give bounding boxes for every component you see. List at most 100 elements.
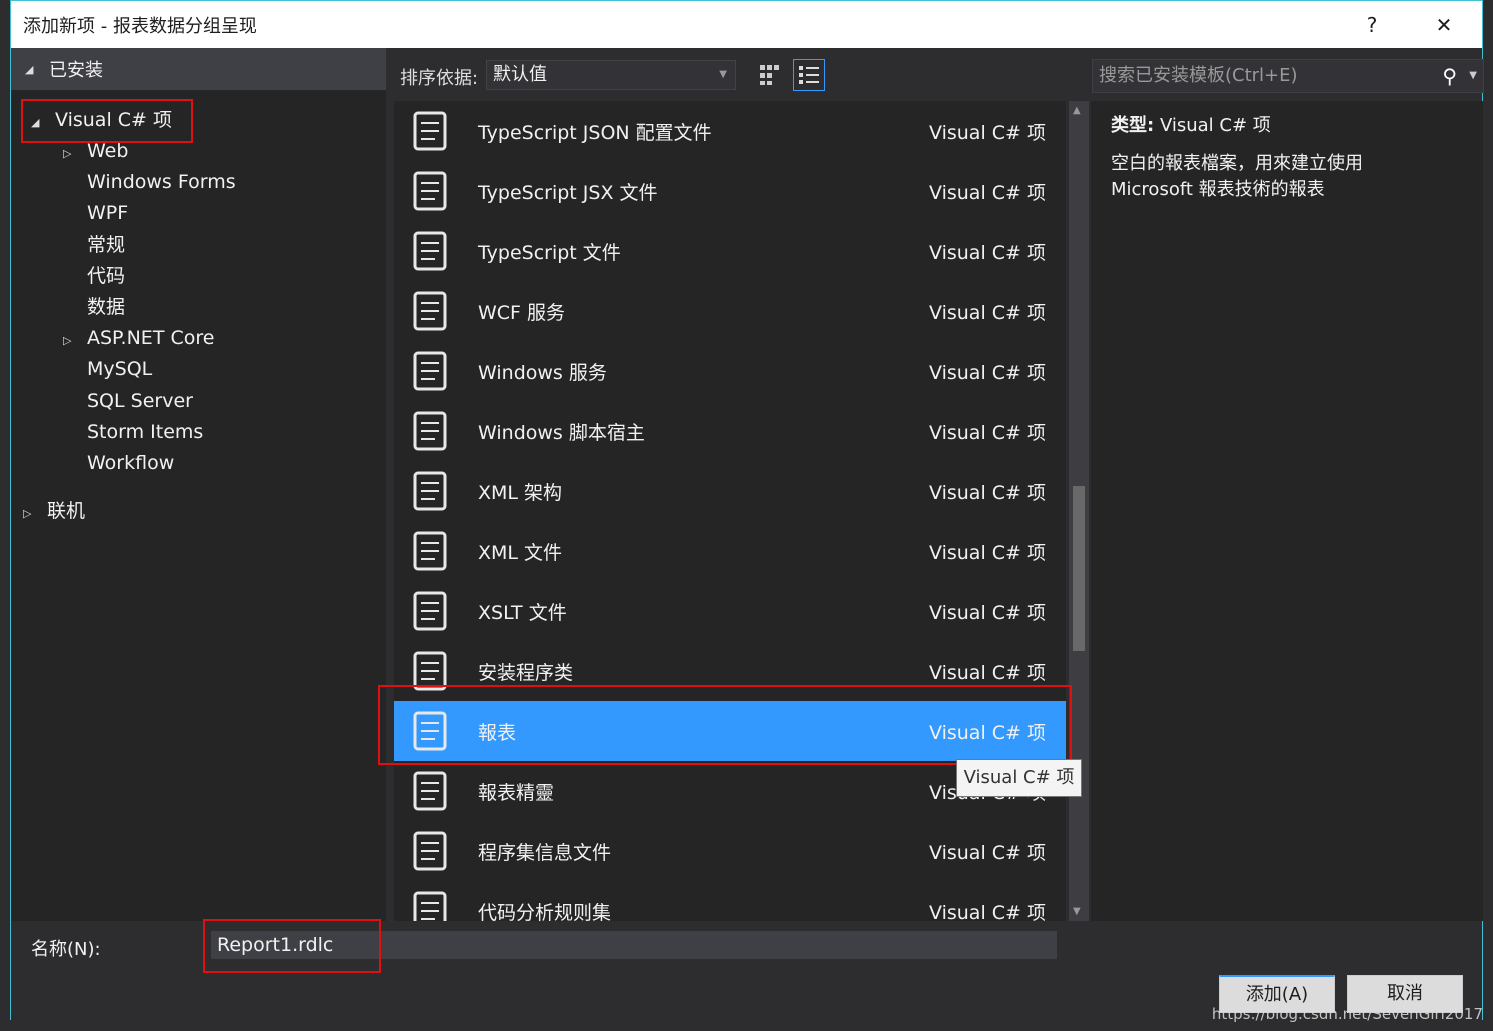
tree-label: 联机 <box>47 500 86 522</box>
tree-item-storm-items[interactable]: Storm Items <box>87 417 203 447</box>
list-item[interactable]: Windows 服务 Visual C# 项 <box>394 341 1066 401</box>
tree-item-online[interactable]: ▷ 联机 <box>23 496 85 526</box>
item-name: 報表 <box>478 721 517 744</box>
list-item[interactable]: TypeScript JSX 文件 Visual C# 项 <box>394 161 1066 221</box>
collapse-icon[interactable]: ◢ <box>31 108 55 138</box>
windows-service-icon <box>406 346 456 396</box>
tree-label: Visual C# 项 <box>55 109 172 131</box>
description: 空白的報表檔案，用來建立使用 Microsoft 報表技術的報表 <box>1111 153 1363 200</box>
expand-icon[interactable]: ▷ <box>63 139 87 169</box>
expand-icon[interactable]: ▷ <box>23 499 47 529</box>
item-name: TypeScript JSON 配置文件 <box>478 121 712 144</box>
ts-file-icon <box>406 166 456 216</box>
add-new-item-dialog: 添加新项 - 报表数据分组呈现 ? ✕ ◢ 已安装 ◢ Visual C# 项 ▷ We… <box>10 0 1484 1021</box>
ruleset-icon <box>406 886 456 921</box>
tree-item-mysql[interactable]: MySQL <box>87 354 152 384</box>
item-type: Visual C# 项 <box>929 541 1046 564</box>
details-panel: 类型: Visual C# 项 空白的報表檔案，用來建立使用 Microsoft… <box>1091 101 1483 921</box>
list-view-icon <box>799 66 819 84</box>
tree-item--[interactable]: 数据 <box>87 292 125 322</box>
item-name: TypeScript JSX 文件 <box>478 181 658 204</box>
expand-icon[interactable]: ▷ <box>63 326 87 356</box>
ts-file-icon <box>406 226 456 276</box>
sort-dropdown[interactable]: 默认值 ▼ <box>486 60 736 90</box>
tree-label: MySQL <box>87 358 153 381</box>
item-name: Windows 脚本宿主 <box>478 421 645 444</box>
item-name: 報表精靈 <box>478 781 555 804</box>
list-item[interactable]: TypeScript 文件 Visual C# 项 <box>394 221 1066 281</box>
item-name: XML 文件 <box>478 541 563 564</box>
template-list: TypeScript JSON 配置文件 Visual C# 项 TypeScrip… <box>394 101 1066 921</box>
item-type: Visual C# 项 <box>929 121 1046 144</box>
item-type: Visual C# 项 <box>929 901 1046 922</box>
help-button[interactable]: ? <box>1352 9 1392 41</box>
xml-schema-icon <box>406 466 456 516</box>
scroll-up-icon[interactable]: ▲ <box>1073 105 1081 116</box>
list-item[interactable]: 安装程序类 Visual C# 项 <box>394 641 1066 701</box>
search-input[interactable]: 搜索已安装模板(Ctrl+E) ⚲ ▼ <box>1092 59 1484 93</box>
tree-item-sql-server[interactable]: SQL Server <box>87 386 193 416</box>
assembly-info-icon <box>406 826 456 876</box>
tree-label: WPF <box>87 202 129 225</box>
watermark: https://blog.csdn.net/SevenGirl2017 <box>1211 1005 1483 1023</box>
report-wizard-icon <box>406 766 456 816</box>
installed-header[interactable]: ◢ 已安装 <box>11 48 386 90</box>
sort-label: 排序依据: <box>400 68 479 89</box>
xml-file-icon <box>406 526 456 576</box>
list-item[interactable]: XSLT 文件 Visual C# 项 <box>394 581 1066 641</box>
report-icon <box>406 706 456 756</box>
list-item[interactable]: XML 架构 Visual C# 项 <box>394 461 1066 521</box>
scroll-thumb[interactable] <box>1073 486 1085 651</box>
search-icon[interactable]: ⚲ <box>1442 60 1457 92</box>
list-scrollbar[interactable]: ▲ ▼ <box>1069 101 1089 921</box>
tree-item-wpf[interactable]: WPF <box>87 198 128 228</box>
tree-label: Workflow <box>87 452 175 474</box>
tooltip: Visual C# 项 <box>956 759 1082 797</box>
list-item[interactable]: TypeScript JSON 配置文件 Visual C# 项 <box>394 101 1066 161</box>
name-label: 名称(N): <box>31 939 101 960</box>
json-config-icon <box>406 106 456 156</box>
chevron-down-icon: ▼ <box>719 69 727 80</box>
item-name: Windows 服务 <box>478 361 607 384</box>
collapse-icon: ◢ <box>25 62 34 76</box>
tree-label: SQL Server <box>87 389 193 412</box>
item-type: Visual C# 项 <box>929 481 1046 504</box>
tree-item--[interactable]: 代码 <box>87 261 125 291</box>
title-bar: 添加新项 - 报表数据分组呈现 ? ✕ <box>11 1 1482 48</box>
tree-item--[interactable]: 常规 <box>87 230 125 260</box>
item-type: Visual C# 项 <box>929 601 1046 624</box>
name-input[interactable] <box>211 931 1057 959</box>
search-placeholder: 搜索已安装模板(Ctrl+E) <box>1099 65 1298 86</box>
list-item[interactable]: 報表 Visual C# 项 <box>394 701 1066 761</box>
category-tree: ◢ 已安装 ◢ Visual C# 项 ▷ Web Windows Forms WPF 常规代… <box>11 48 386 921</box>
list-item[interactable]: Windows 脚本宿主 Visual C# 项 <box>394 401 1066 461</box>
tree-item-workflow[interactable]: Workflow <box>87 448 174 478</box>
item-type: Visual C# 项 <box>929 361 1046 384</box>
tree-label: 数据 <box>87 296 126 318</box>
list-item[interactable]: 程序集信息文件 Visual C# 项 <box>394 821 1066 881</box>
list-item[interactable]: 代码分析规则集 Visual C# 项 <box>394 881 1066 921</box>
scroll-down-icon[interactable]: ▼ <box>1073 906 1081 917</box>
list-item[interactable]: WCF 服务 Visual C# 项 <box>394 281 1066 341</box>
installed-label: 已安装 <box>49 60 103 81</box>
type-value: Visual C# 项 <box>1159 115 1271 136</box>
grid-view-button[interactable] <box>753 59 785 91</box>
item-name: 代码分析规则集 <box>478 901 612 922</box>
tree-item-web[interactable]: ▷ Web <box>63 136 128 166</box>
item-type: Visual C# 项 <box>929 301 1046 324</box>
tree-item-asp-net-core[interactable]: ▷ ASP.NET Core <box>63 323 214 353</box>
tree-label: Web <box>87 140 129 162</box>
close-button[interactable]: ✕ <box>1424 9 1464 41</box>
list-item[interactable]: XML 文件 Visual C# 项 <box>394 521 1066 581</box>
tree-item-visual-csharp[interactable]: ◢ Visual C# 项 <box>31 105 172 135</box>
tree-label: ASP.NET Core <box>87 327 215 350</box>
item-type: Visual C# 项 <box>929 241 1046 264</box>
search-options-icon[interactable]: ▼ <box>1469 60 1477 92</box>
list-view-button[interactable] <box>793 59 825 91</box>
tree-label: 常规 <box>87 233 126 256</box>
tree-item-windows-forms[interactable]: Windows Forms <box>87 167 236 197</box>
grid-view-icon <box>760 65 779 85</box>
item-name: 程序集信息文件 <box>478 841 612 864</box>
item-type: Visual C# 项 <box>929 661 1046 684</box>
item-name: XML 架构 <box>478 481 563 504</box>
